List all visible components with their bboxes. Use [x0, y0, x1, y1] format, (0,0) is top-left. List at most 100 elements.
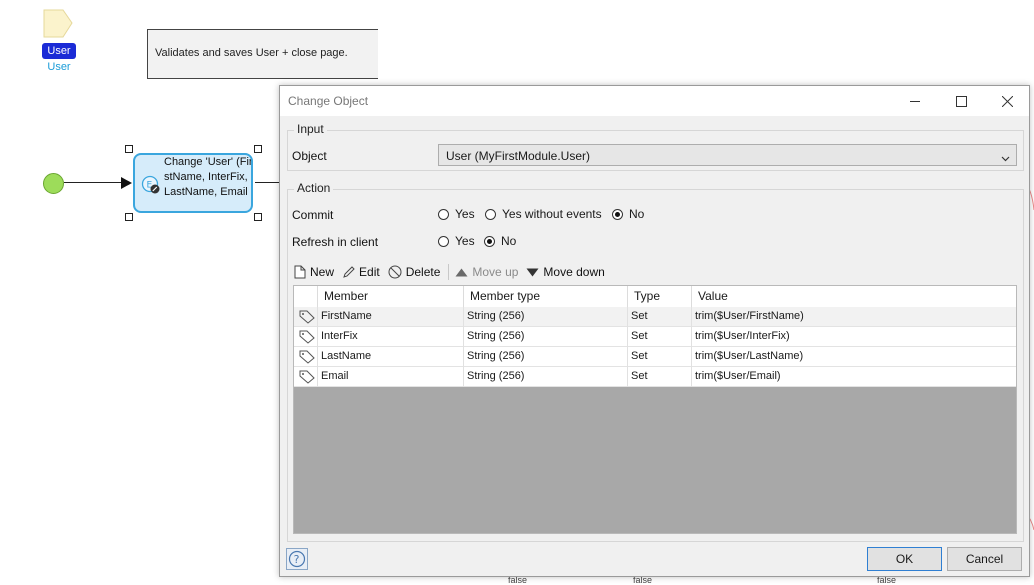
triangle-up-icon	[455, 268, 468, 276]
move-up-button[interactable]: Move up	[455, 265, 518, 279]
member-type-cell: String (256)	[464, 307, 628, 327]
close-button[interactable]	[984, 86, 1030, 116]
radio-icon	[438, 235, 449, 247]
table-row[interactable]: FirstName String (256) Set trim($User/Fi…	[294, 307, 1016, 327]
type-cell: Set	[628, 307, 692, 327]
start-event[interactable]	[43, 173, 64, 194]
radio-label: Yes	[455, 234, 475, 248]
column-header-member[interactable]: Member	[318, 286, 464, 307]
radio-label: No	[629, 207, 645, 221]
parameter-name: User	[47, 61, 71, 73]
radio-icon	[485, 208, 496, 220]
value-cell: trim($User/Email)	[695, 370, 781, 382]
commit-yes-without-events-radio[interactable]: Yes without events	[485, 207, 602, 221]
chevron-down-icon	[1001, 151, 1010, 165]
refresh-label: Refresh in client	[292, 235, 379, 249]
edit-button[interactable]: Edit	[342, 265, 380, 279]
refresh-yes-radio[interactable]: Yes	[438, 234, 475, 248]
selection-handle-top-left[interactable]	[125, 145, 133, 153]
value-cell: trim($User/InterFix)	[695, 330, 790, 342]
change-object-icon: E	[141, 175, 160, 194]
radio-label: Yes	[455, 207, 475, 221]
move-up-label: Move up	[472, 265, 519, 279]
sequence-flow-arrowhead	[121, 177, 132, 189]
change-object-activity[interactable]: E Change 'User' (FirstName, InterFix, La…	[133, 153, 253, 213]
member-type-cell: String (256)	[464, 327, 628, 347]
table-header: Member Member type Type Value	[294, 286, 1016, 308]
action-group-title: Action	[294, 181, 334, 195]
refresh-no-radio[interactable]: No	[484, 234, 516, 248]
minimize-button[interactable]	[892, 86, 938, 116]
pencil-icon	[343, 265, 355, 278]
commit-label: Commit	[292, 208, 334, 222]
activity-label: Change 'User' (FirstName, InterFix, Last…	[164, 156, 253, 198]
new-label: New	[310, 265, 335, 279]
table-row[interactable]: LastName String (256) Set trim($User/Las…	[294, 347, 1016, 367]
object-label: Object	[292, 149, 327, 163]
edit-label: Edit	[359, 265, 380, 279]
member-cell: LastName	[318, 347, 464, 367]
input-group-title: Input	[294, 122, 327, 136]
parameter-shape-icon[interactable]	[43, 9, 73, 39]
dialog-titlebar[interactable]: Change Object	[280, 86, 1029, 116]
type-cell: Set	[628, 327, 692, 347]
member-toolbar: New Edit Delete Move up Move down	[294, 260, 613, 284]
delete-icon	[388, 265, 402, 279]
member-type-cell: String (256)	[464, 347, 628, 367]
maximize-icon	[955, 95, 967, 107]
radio-selected-icon	[612, 208, 623, 220]
move-down-label: Move down	[543, 265, 605, 279]
radio-selected-icon	[484, 235, 495, 247]
tag-icon	[294, 347, 318, 367]
toolbar-separator	[448, 264, 450, 280]
commit-no-radio[interactable]: No	[612, 207, 644, 221]
members-table: Member Member type Type Value FirstName …	[293, 285, 1017, 534]
cancel-button[interactable]: Cancel	[947, 547, 1022, 571]
selection-handle-bottom-right[interactable]	[254, 213, 262, 221]
parameter-badge[interactable]: User	[42, 43, 76, 59]
minimize-icon	[909, 100, 920, 102]
type-cell: Set	[628, 347, 692, 367]
move-down-button[interactable]: Move down	[526, 265, 605, 279]
maximize-button[interactable]	[938, 86, 984, 116]
radio-icon	[438, 208, 449, 220]
tag-icon	[294, 327, 318, 347]
annotation-text: Validates and saves User + close page.	[155, 47, 348, 59]
selection-handle-bottom-left[interactable]	[125, 213, 133, 221]
column-header-member-type[interactable]: Member type	[464, 286, 628, 307]
selection-handle-top-right[interactable]	[254, 145, 262, 153]
triangle-down-icon	[526, 268, 539, 276]
new-button[interactable]: New	[294, 265, 334, 279]
member-type-cell: String (256)	[464, 367, 628, 387]
delete-button[interactable]: Delete	[388, 265, 441, 279]
dialog-title: Change Object	[288, 94, 369, 108]
column-header-type[interactable]: Type	[628, 286, 692, 307]
sequence-flow[interactable]	[64, 182, 128, 183]
new-document-icon	[294, 265, 306, 279]
close-icon	[1001, 95, 1013, 107]
tag-icon	[294, 367, 318, 387]
member-cell: InterFix	[318, 327, 464, 347]
svg-text:?: ?	[294, 553, 300, 566]
value-cell: trim($User/FirstName)	[695, 310, 804, 322]
delete-label: Delete	[405, 265, 441, 279]
change-object-dialog: Change Object Input Object User (MyFirst…	[279, 85, 1030, 577]
annotation-note[interactable]: Validates and saves User + close page.	[147, 29, 378, 79]
radio-label: Yes without events	[502, 207, 602, 221]
table-row[interactable]: Email String (256) Set trim($User/Email)	[294, 367, 1016, 387]
column-header-value[interactable]: Value	[692, 286, 1016, 307]
radio-label: No	[501, 234, 517, 248]
type-cell: Set	[628, 367, 692, 387]
commit-yes-radio[interactable]: Yes	[438, 207, 475, 221]
help-icon: ?	[288, 550, 306, 568]
sequence-flow-out[interactable]	[255, 182, 280, 183]
help-button[interactable]: ?	[286, 548, 308, 570]
table-row[interactable]: InterFix String (256) Set trim($User/Int…	[294, 327, 1016, 347]
value-cell: trim($User/LastName)	[695, 350, 804, 362]
member-cell: FirstName	[318, 307, 464, 327]
member-cell: Email	[318, 367, 464, 387]
tag-icon	[294, 307, 318, 327]
object-select[interactable]: User (MyFirstModule.User)	[438, 144, 1017, 166]
object-select-value: User (MyFirstModule.User)	[446, 149, 591, 163]
ok-button[interactable]: OK	[867, 547, 942, 571]
